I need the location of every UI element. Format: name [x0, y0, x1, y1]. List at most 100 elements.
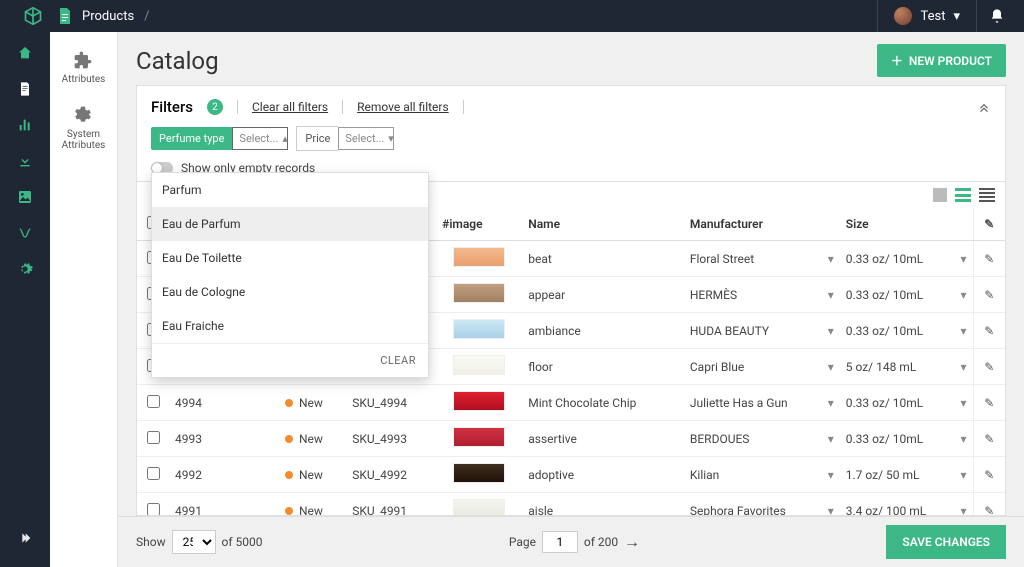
dropdown-option[interactable]: Parfum: [152, 173, 428, 207]
edit-row-icon[interactable]: ✎: [984, 252, 994, 266]
status-dot-icon: [285, 435, 293, 443]
cell-size[interactable]: 0.33 oz/ 10mL▾: [840, 277, 973, 313]
table-row[interactable]: 4991 New SKU_4991 aisle Sephora Favorite…: [137, 493, 1005, 516]
filter-chip-select[interactable]: Select... ▾: [338, 127, 394, 150]
cell-manufacturer[interactable]: BERDOUES▾: [684, 421, 840, 457]
cell-manufacturer[interactable]: Kilian▾: [684, 457, 840, 493]
col-size[interactable]: Size: [840, 208, 973, 241]
caret-down-icon[interactable]: ▾: [960, 396, 966, 410]
cell-manufacturer[interactable]: Sephora Favorites▾: [684, 493, 840, 516]
cell-size[interactable]: 0.33 oz/ 10mL▾: [840, 385, 973, 421]
next-page-icon[interactable]: →: [624, 532, 640, 552]
view-cards-icon[interactable]: [955, 188, 971, 202]
cell-status: New: [279, 385, 346, 421]
col-manufacturer[interactable]: Manufacturer: [684, 208, 840, 241]
caret-down-icon[interactable]: ▾: [960, 468, 966, 482]
table-row[interactable]: 4993 New SKU_4993 assertive BERDOUES▾ 0.…: [137, 421, 1005, 457]
caret-down-icon[interactable]: ▾: [960, 360, 966, 374]
remove-all-filters-link[interactable]: Remove all filters: [357, 100, 449, 114]
cell-image: [436, 385, 522, 421]
sidebar-system-attributes-label: System Attributes: [62, 129, 106, 151]
row-checkbox[interactable]: [147, 395, 160, 408]
sidebar-attributes[interactable]: Attributes: [58, 46, 110, 89]
edit-row-icon[interactable]: ✎: [984, 468, 994, 482]
page-size-select[interactable]: 25: [172, 530, 216, 554]
cell-size[interactable]: 0.33 oz/ 10mL▾: [840, 241, 973, 277]
caret-down-icon[interactable]: ▾: [828, 324, 834, 338]
dropdown-option[interactable]: Eau de Parfum: [152, 207, 428, 241]
row-checkbox[interactable]: [147, 503, 160, 516]
caret-down-icon[interactable]: ▾: [960, 432, 966, 446]
cell-size[interactable]: 0.33 oz/ 10mL▾: [840, 421, 973, 457]
nav-products[interactable]: [16, 80, 34, 98]
page-input[interactable]: [542, 531, 578, 553]
cell-size[interactable]: 3.4 oz/ 100 mL▾: [840, 493, 973, 516]
cell-id: 4991: [169, 493, 279, 516]
save-changes-button[interactable]: SAVE CHANGES: [886, 525, 1006, 559]
filter-chip-select[interactable]: Select... ▴: [232, 127, 288, 150]
cell-manufacturer[interactable]: Capri Blue▾: [684, 349, 840, 385]
dropdown-clear[interactable]: CLEAR: [152, 343, 428, 377]
caret-down-icon[interactable]: ▾: [828, 504, 834, 516]
cell-manufacturer[interactable]: HUDA BEAUTY▾: [684, 313, 840, 349]
sidebar: Attributes System Attributes: [50, 32, 118, 567]
edit-row-icon[interactable]: ✎: [984, 396, 994, 410]
cell-size[interactable]: 5 oz/ 148 mL▾: [840, 349, 973, 385]
new-product-button[interactable]: ＋ NEW PRODUCT: [877, 44, 1006, 77]
edit-header-icon[interactable]: ✎: [984, 217, 994, 231]
caret-down-icon[interactable]: ▾: [828, 360, 834, 374]
caret-down-icon[interactable]: ▾: [960, 504, 966, 516]
filter-chip-price: Price Select... ▾: [296, 126, 394, 151]
user-menu[interactable]: Test ▾: [877, 0, 976, 32]
dropdown-option[interactable]: Eau de Cologne: [152, 275, 428, 309]
nav-media[interactable]: [16, 188, 34, 206]
cell-manufacturer[interactable]: HERMÈS▾: [684, 277, 840, 313]
nav-home[interactable]: [16, 44, 34, 62]
cell-sku: SKU_4991: [346, 493, 436, 516]
app-logo[interactable]: [8, 6, 58, 26]
edit-row-icon[interactable]: ✎: [984, 504, 994, 516]
caret-down-icon[interactable]: ▾: [828, 432, 834, 446]
row-checkbox[interactable]: [147, 467, 160, 480]
cell-manufacturer[interactable]: Juliette Has a Gun▾: [684, 385, 840, 421]
nav-download[interactable]: [16, 152, 34, 170]
filter-chip-perfume-type: Perfume type Select... ▴: [151, 127, 288, 150]
caret-down-icon[interactable]: ▾: [960, 324, 966, 338]
nav-settings[interactable]: [16, 260, 34, 278]
clear-all-filters-link[interactable]: Clear all filters: [252, 100, 328, 114]
breadcrumb-title[interactable]: Products: [82, 9, 134, 24]
caret-down-icon[interactable]: ▾: [828, 252, 834, 266]
caret-down-icon[interactable]: ▾: [828, 468, 834, 482]
cell-size[interactable]: 0.33 oz/ 10mL▾: [840, 313, 973, 349]
caret-down-icon[interactable]: ▾: [960, 288, 966, 302]
row-checkbox[interactable]: [147, 431, 160, 444]
nav-flow[interactable]: [16, 224, 34, 242]
document-icon: [58, 8, 72, 24]
gear-icon: [73, 105, 93, 125]
col-image[interactable]: #image: [436, 208, 522, 241]
of-pages-label: of 200: [584, 535, 618, 549]
breadcrumb-sep: /: [144, 9, 149, 24]
col-name[interactable]: Name: [522, 208, 684, 241]
dropdown-option[interactable]: Eau Fraiche: [152, 309, 428, 343]
table-row[interactable]: 4992 New SKU_4992 adoptive Kilian▾ 1.7 o…: [137, 457, 1005, 493]
perfume-type-dropdown: Parfum Eau de Parfum Eau De Toilette Eau…: [151, 172, 429, 378]
edit-row-icon[interactable]: ✎: [984, 360, 994, 374]
edit-row-icon[interactable]: ✎: [984, 288, 994, 302]
sidebar-system-attributes[interactable]: System Attributes: [58, 101, 110, 155]
table-row[interactable]: 4994 New SKU_4994 Mint Chocolate Chip Ju…: [137, 385, 1005, 421]
collapse-filters-icon[interactable]: [977, 100, 991, 114]
cell-manufacturer[interactable]: Floral Street▾: [684, 241, 840, 277]
caret-down-icon[interactable]: ▾: [828, 396, 834, 410]
caret-down-icon[interactable]: ▾: [960, 252, 966, 266]
edit-row-icon[interactable]: ✎: [984, 432, 994, 446]
dropdown-option[interactable]: Eau De Toilette: [152, 241, 428, 275]
nav-analytics[interactable]: [16, 116, 34, 134]
edit-row-icon[interactable]: ✎: [984, 324, 994, 338]
cell-size[interactable]: 1.7 oz/ 50 mL▾: [840, 457, 973, 493]
view-list-icon[interactable]: [979, 188, 995, 202]
nav-expand[interactable]: [16, 529, 34, 547]
notifications-button[interactable]: [976, 0, 1016, 32]
caret-down-icon[interactable]: ▾: [828, 288, 834, 302]
view-grid-icon[interactable]: [933, 188, 947, 202]
